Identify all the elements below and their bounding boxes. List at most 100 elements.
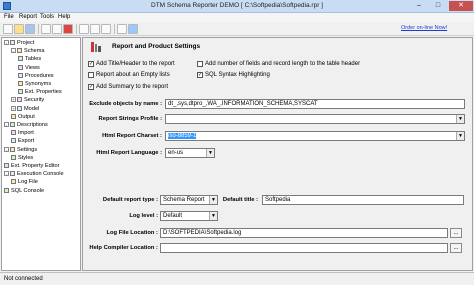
tree-item-label: Ext. Properties xyxy=(25,89,62,96)
language-value: en-us xyxy=(168,150,184,156)
language-label: Html Report Language : xyxy=(96,150,162,156)
chevron-down-icon[interactable]: ▼ xyxy=(209,196,217,204)
checkbox-add-title-label: Add Title/Header to the report xyxy=(96,61,175,67)
tree-item[interactable]: Synonyms xyxy=(18,81,51,87)
tree-item[interactable]: Export xyxy=(11,138,34,144)
tree-item-label: Export xyxy=(18,138,35,145)
tree-item[interactable]: Tables xyxy=(18,56,41,62)
disconnect-icon[interactable] xyxy=(52,24,62,34)
tree-item[interactable]: SQL Console xyxy=(4,188,44,194)
checkbox-empty-lists-label: Report about an Empty lists xyxy=(96,72,170,78)
tree-node-icon xyxy=(10,40,15,46)
menu-report[interactable]: Report xyxy=(19,14,37,20)
checkbox-add-title[interactable]: ✓ xyxy=(88,61,94,67)
new-icon[interactable] xyxy=(3,24,13,34)
expand-icon[interactable]: + xyxy=(11,97,16,103)
tree-item[interactable]: Import xyxy=(11,130,34,136)
checkbox-empty-lists[interactable] xyxy=(88,72,94,78)
tree-item[interactable]: Log File xyxy=(11,179,38,185)
tree-item[interactable]: - Settings xyxy=(4,147,37,153)
tree-node-icon xyxy=(17,48,22,54)
tree-item[interactable]: Ext. Properties xyxy=(18,89,62,95)
tree-item-label: Output xyxy=(18,113,35,120)
strings-profile-label: Report Strings Profile : xyxy=(98,116,162,122)
tree-item-label: Log File xyxy=(18,179,38,186)
tree-node-icon xyxy=(11,138,16,144)
menu-tools[interactable]: Tools xyxy=(40,14,54,20)
tree-item[interactable]: Ext. Property Editor xyxy=(4,163,60,169)
help-compiler-label: Help Compiler Location : xyxy=(89,245,158,251)
collapse-icon[interactable]: - xyxy=(4,146,9,152)
charset-value: iso-8859-1 xyxy=(168,133,197,139)
help-icon[interactable] xyxy=(128,24,138,34)
cursor-icon[interactable] xyxy=(79,24,89,34)
default-title-field[interactable]: Softpedia xyxy=(262,195,464,205)
tree-item[interactable]: Output xyxy=(11,114,35,120)
checkbox-sql-highlighting[interactable]: ✓ xyxy=(197,72,203,78)
tree-item[interactable]: Styles xyxy=(11,155,33,161)
browse-log-button[interactable]: ... xyxy=(450,228,462,238)
tree-node-icon xyxy=(4,163,9,169)
tree-item[interactable]: Procedures xyxy=(18,73,54,79)
log-file-field[interactable]: D:\SOFTPEDIA\Softpedia.log xyxy=(160,228,448,238)
language-combo[interactable]: en-us ▼ xyxy=(165,148,215,158)
menu-help[interactable]: Help xyxy=(58,14,70,20)
menu-file[interactable]: File xyxy=(4,14,14,20)
browse-help-button[interactable]: ... xyxy=(450,243,462,253)
report-icon[interactable] xyxy=(101,24,111,34)
chevron-down-icon[interactable]: ▼ xyxy=(456,115,464,123)
tree-item-label: Execution Console xyxy=(17,171,64,178)
collapse-icon[interactable]: - xyxy=(4,122,9,128)
tree-item[interactable]: - Execution Console xyxy=(4,171,64,177)
run-icon[interactable] xyxy=(90,24,100,34)
tree-item[interactable]: + Model xyxy=(11,106,39,112)
charset-combo[interactable]: iso-8859-1 ▼ xyxy=(165,131,465,141)
collapse-icon[interactable]: - xyxy=(4,171,9,177)
save-icon[interactable] xyxy=(25,24,35,34)
stop-icon[interactable] xyxy=(63,24,73,34)
log-level-combo[interactable]: Default ▼ xyxy=(160,211,218,221)
help-compiler-field[interactable] xyxy=(160,243,448,253)
menu-bar: File Report Tools Help xyxy=(0,13,474,22)
checkbox-add-summary-label: Add Summary to the report xyxy=(96,84,169,90)
connect-icon[interactable] xyxy=(41,24,51,34)
tree-item[interactable]: - Schema xyxy=(11,48,45,54)
checkbox-field-count[interactable] xyxy=(197,61,203,67)
tree-item[interactable]: - Descriptions xyxy=(4,122,48,128)
tree-node-icon xyxy=(11,154,16,160)
exclude-label: Exclude objects by name : xyxy=(89,101,162,107)
tree-node-icon xyxy=(10,171,15,177)
tree-item-label: Security xyxy=(24,97,45,104)
default-type-value: Schema Report xyxy=(163,197,205,203)
open-icon[interactable] xyxy=(14,24,24,34)
tree-node-icon xyxy=(4,187,9,193)
tree-item-label: Settings xyxy=(17,146,38,153)
tree-node-icon xyxy=(18,64,23,70)
tree-node-icon xyxy=(10,122,15,128)
exclude-objects-field[interactable]: dt_,sys,dtpro_,WA_,INFORMATION_SCHEMA,SY… xyxy=(165,99,465,109)
minimize-button[interactable]: – xyxy=(410,1,428,11)
toolbar: Order on-line Now! xyxy=(0,22,474,36)
expand-icon[interactable]: + xyxy=(11,105,16,111)
collapse-icon[interactable]: - xyxy=(4,40,9,46)
chevron-down-icon[interactable]: ▼ xyxy=(456,132,464,140)
tools-icon[interactable] xyxy=(117,24,127,34)
tree-item[interactable]: - Project xyxy=(4,40,34,46)
maximize-button[interactable]: □ xyxy=(429,1,447,11)
tree-item-label: Tables xyxy=(25,56,42,63)
tree-item[interactable]: Views xyxy=(18,65,40,71)
chevron-down-icon[interactable]: ▼ xyxy=(206,149,214,157)
tree-item-label: Model xyxy=(24,105,40,112)
close-button[interactable]: ✕ xyxy=(449,1,473,11)
title-bar: DTM Schema Reporter DEMO [ C:\Softpedia\… xyxy=(0,0,474,13)
default-type-combo[interactable]: Schema Report ▼ xyxy=(160,195,218,205)
tree-node-icon xyxy=(18,56,23,62)
log-level-label: Log level : xyxy=(129,213,158,219)
collapse-icon[interactable]: - xyxy=(11,48,16,54)
checkbox-add-summary[interactable]: ✓ xyxy=(88,84,94,90)
strings-profile-combo[interactable]: ▼ xyxy=(165,114,465,124)
chevron-down-icon[interactable]: ▼ xyxy=(209,212,217,220)
tree-item[interactable]: + Security xyxy=(11,97,44,103)
tree-node-icon xyxy=(11,113,16,119)
order-online-link[interactable]: Order on-line Now! xyxy=(401,25,447,31)
